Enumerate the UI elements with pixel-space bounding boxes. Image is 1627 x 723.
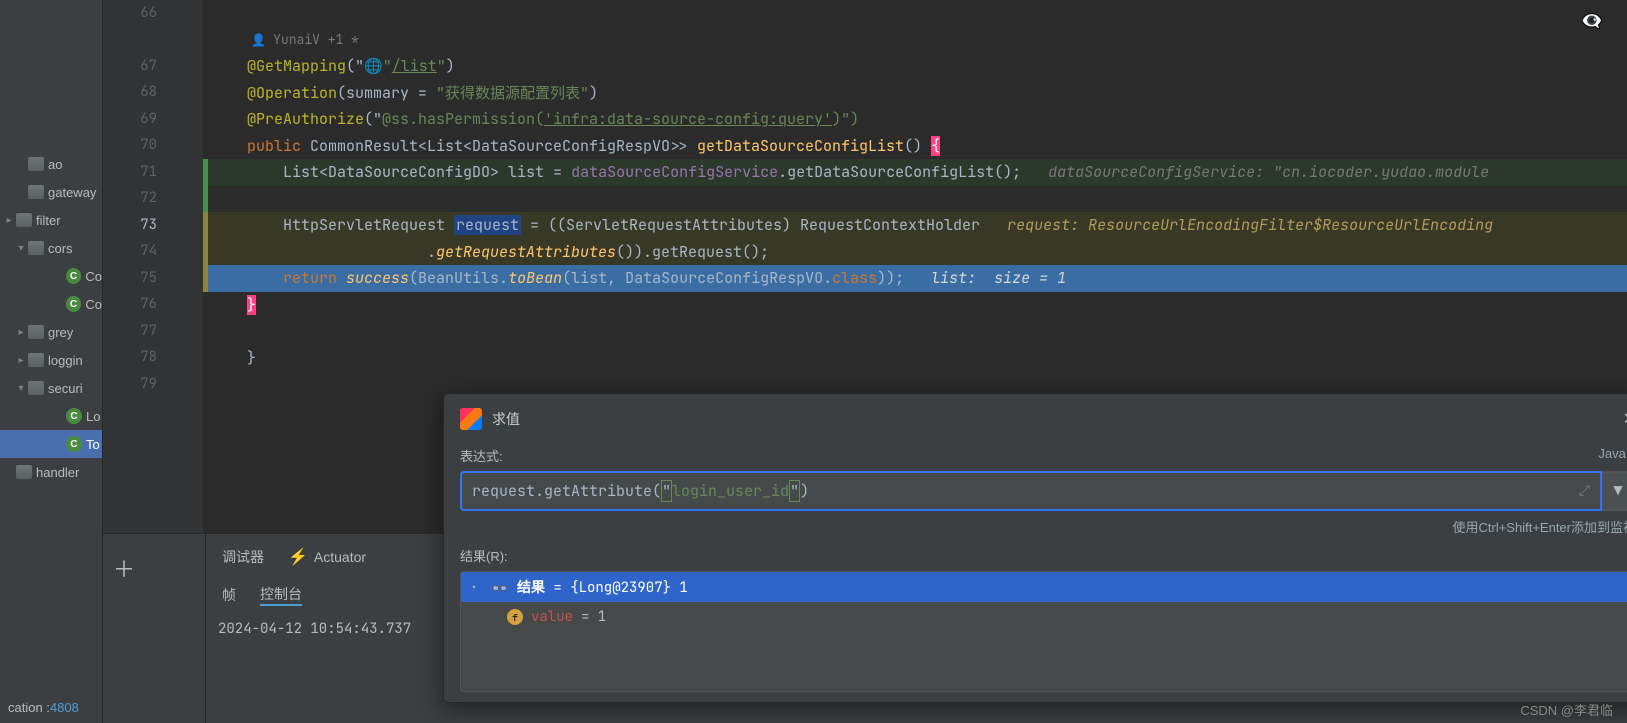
class-icon: C xyxy=(66,296,82,312)
tree-item-label: cors xyxy=(48,241,73,256)
add-icon[interactable]: ＋ xyxy=(113,552,135,584)
field-icon: f xyxy=(507,609,523,625)
result-tree[interactable]: ▾ 👓 结果 = {Long@23907} 1 f value = 1 xyxy=(460,571,1627,692)
result-root[interactable]: ▾ 👓 结果 = {Long@23907} 1 xyxy=(461,572,1627,602)
folder-icon xyxy=(28,157,44,171)
tree-folder-item[interactable]: ao xyxy=(0,150,102,178)
folder-icon xyxy=(28,185,44,199)
tab-frames[interactable]: 帧 xyxy=(222,585,236,605)
tree-class-item[interactable]: CCo xyxy=(0,262,102,290)
result-field[interactable]: f value = 1 xyxy=(461,602,1627,632)
chevron-icon[interactable] xyxy=(14,383,28,394)
tree-item-label: gateway xyxy=(48,185,96,200)
evaluate-dialog[interactable]: 求值 ✕ 表达式: Java ▾ request.getAttribute("l… xyxy=(443,393,1627,703)
tree-folder-item[interactable]: securi xyxy=(0,374,102,402)
tree-class-item[interactable]: C Lo xyxy=(0,402,102,430)
gutter: 66 67 68 69 70 71 72 73 74 75 76 77 78 7… xyxy=(103,0,203,533)
tree-folder-item[interactable]: filter xyxy=(0,206,102,234)
tree-item-label: securi xyxy=(48,381,83,396)
tree-folder-item[interactable]: handler xyxy=(0,458,102,486)
tree-item-label: Lo xyxy=(86,409,100,424)
chevron-down-icon[interactable]: ▾ xyxy=(471,581,483,594)
language-dropdown[interactable]: Java ▾ xyxy=(1598,446,1627,465)
tree-item-label: filter xyxy=(36,213,61,228)
folder-icon xyxy=(28,325,44,339)
inspections-eye-icon[interactable]: 👁‍🗨 xyxy=(1581,10,1603,33)
folder-icon xyxy=(16,465,32,479)
glasses-icon: 👓 xyxy=(491,580,509,594)
tree-item-label: loggin xyxy=(48,353,83,368)
debug-sidebar: ＋ xyxy=(103,534,206,723)
tree-item-label: To xyxy=(86,437,100,452)
tree-item-label: handler xyxy=(36,465,79,480)
sidebar-footer: cation :4808 xyxy=(8,700,79,715)
tree-class-item[interactable]: C To xyxy=(0,430,102,458)
history-dropdown[interactable]: ▼ xyxy=(1602,471,1627,511)
expression-input[interactable]: request.getAttribute("login_user_id") ⤢ xyxy=(460,471,1602,511)
chevron-icon[interactable] xyxy=(14,355,28,366)
tree-item-label: grey xyxy=(48,325,73,340)
class-icon: C xyxy=(66,408,82,424)
chevron-icon[interactable] xyxy=(14,327,28,338)
result-label: 结果(R): xyxy=(460,546,1627,565)
tree-folder-item[interactable]: grey xyxy=(0,318,102,346)
chevron-icon[interactable] xyxy=(2,215,16,226)
tree-item-label: Co xyxy=(85,269,102,284)
tree-folder-item[interactable]: loggin xyxy=(0,346,102,374)
chevron-icon[interactable] xyxy=(14,243,28,254)
class-icon: C xyxy=(66,268,82,284)
intellij-icon xyxy=(460,408,482,430)
code-line xyxy=(203,0,1627,27)
folder-icon xyxy=(28,353,44,367)
folder-icon xyxy=(28,241,44,255)
expand-icon[interactable]: ⤢ xyxy=(1579,482,1590,500)
folder-icon xyxy=(28,381,44,395)
hotkey-hint: 使用Ctrl+Shift+Enter添加到监视 xyxy=(460,517,1627,536)
dialog-title: 求值 xyxy=(492,409,520,429)
tree-item-label: Co xyxy=(85,297,102,312)
tab-debugger[interactable]: 调试器 xyxy=(222,547,264,567)
author-annotation: YunaiV +1 * xyxy=(203,27,1627,54)
close-icon[interactable]: ✕ xyxy=(1623,409,1627,429)
tab-console[interactable]: 控制台 xyxy=(260,584,302,606)
tree-item-label: ao xyxy=(48,157,62,172)
tab-actuator[interactable]: ⚡Actuator xyxy=(288,547,366,567)
project-tree[interactable]: aogatewayfiltercorsCCoCCogreylogginsecur… xyxy=(0,0,103,723)
watermark: CSDN @李君临 xyxy=(1520,700,1613,719)
expression-label: 表达式: xyxy=(460,446,503,465)
tree-folder-item[interactable]: cors xyxy=(0,234,102,262)
actuator-icon: ⚡ xyxy=(288,547,308,567)
line-number: 66 xyxy=(103,0,203,27)
tree-folder-item[interactable]: gateway xyxy=(0,178,102,206)
tree-class-item[interactable]: CCo xyxy=(0,290,102,318)
class-icon: C xyxy=(66,436,82,452)
folder-icon xyxy=(16,213,32,227)
